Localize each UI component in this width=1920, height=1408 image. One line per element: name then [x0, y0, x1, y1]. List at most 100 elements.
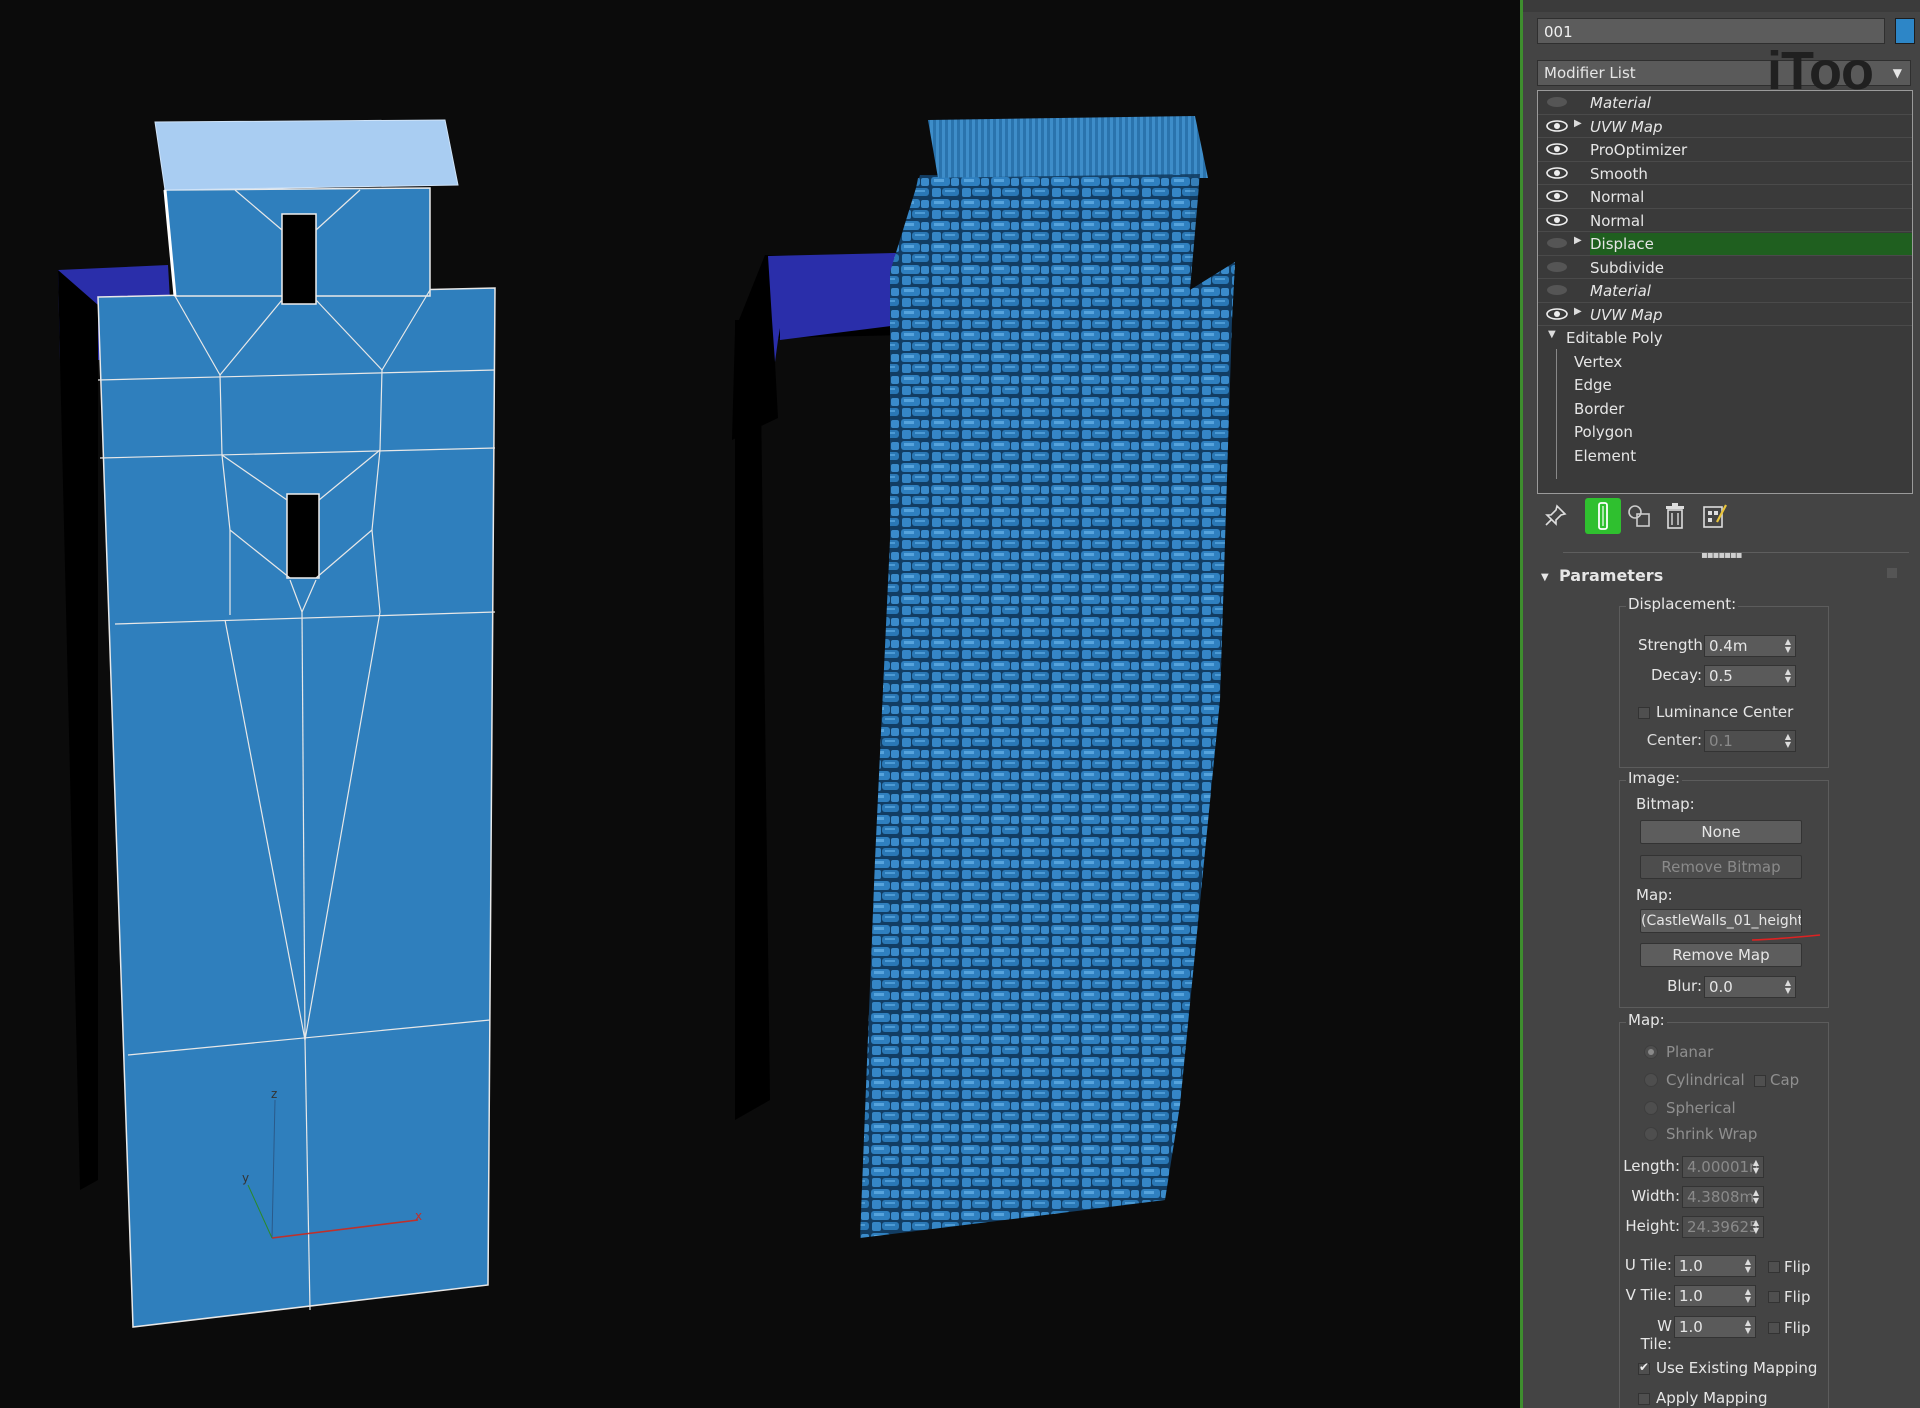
strength-label: Strength:	[1638, 636, 1708, 654]
strength-value: 0.4m	[1709, 637, 1748, 655]
parameters-rollout-title[interactable]: Parameters	[1559, 566, 1663, 585]
strength-spinner[interactable]: 0.4m ▲ ▼	[1704, 635, 1796, 657]
spinner-arrows-icon[interactable]: ▲ ▼	[1753, 1219, 1759, 1235]
w-flip-label: Flip	[1784, 1319, 1811, 1337]
spinner-arrows-icon[interactable]: ▲ ▼	[1745, 1319, 1751, 1335]
axis-z-label: z	[271, 1087, 277, 1101]
expand-triangle-icon[interactable]: ▶	[1574, 118, 1582, 129]
sub-object-vertex[interactable]: Vertex	[1538, 350, 1912, 374]
stack-item-normal[interactable]: Normal	[1538, 185, 1912, 209]
stack-item-uvw-map[interactable]: ▶ UVW Map	[1538, 115, 1912, 138]
axis-y-label: y	[242, 1171, 249, 1185]
viewport[interactable]: z y x	[0, 0, 1520, 1408]
sub-object-border[interactable]: Border	[1538, 397, 1912, 421]
eye-icon[interactable]	[1546, 213, 1568, 226]
cap-label: Cap	[1770, 1071, 1800, 1089]
sub-object-element[interactable]: Element	[1538, 444, 1912, 468]
w-tile-spinner[interactable]: 1.0 ▲ ▼	[1674, 1316, 1756, 1338]
eye-icon[interactable]	[1546, 119, 1568, 132]
remove-map-button[interactable]: Remove Map	[1640, 943, 1802, 967]
object-color-swatch[interactable]	[1895, 18, 1915, 44]
eye-icon-disabled[interactable]	[1546, 284, 1568, 296]
stack-item-editable-poly[interactable]: ▼ Editable Poly	[1538, 326, 1912, 350]
spinner-arrows-icon[interactable]: ▲ ▼	[1753, 1159, 1759, 1175]
stack-item-material[interactable]: Material	[1538, 279, 1912, 303]
axis-x-label: x	[415, 1209, 422, 1223]
resize-grip-icon[interactable]: ▪▪▪▪▪▪▪	[1701, 550, 1742, 561]
decay-spinner[interactable]: 0.5 ▲ ▼	[1704, 665, 1796, 687]
eye-icon-disabled[interactable]	[1546, 237, 1568, 249]
stack-item-label: Normal	[1590, 188, 1645, 206]
stack-item-displace[interactable]: ▶ Displace	[1538, 232, 1912, 256]
spinner-arrows-icon[interactable]: ▲ ▼	[1785, 668, 1791, 684]
collapse-triangle-icon[interactable]: ▼	[1548, 329, 1556, 340]
modifier-stack[interactable]: Material ▶ UVW Map ProOptimizer Smooth N…	[1537, 90, 1913, 494]
use-existing-mapping-checkbox[interactable]	[1638, 1360, 1650, 1375]
spinner-arrows-icon[interactable]: ▲ ▼	[1785, 733, 1791, 749]
stack-item-label: Editable Poly	[1566, 329, 1663, 347]
cap-checkbox[interactable]	[1754, 1075, 1766, 1087]
displaced-tower-model[interactable]	[732, 116, 1235, 1238]
w-tile-value: 1.0	[1679, 1318, 1703, 1336]
viewport-scene[interactable]: z y x	[0, 0, 1520, 1408]
eye-icon[interactable]	[1546, 166, 1568, 179]
planar-radio[interactable]	[1644, 1045, 1658, 1059]
wireframe-tower-model[interactable]: z y x	[58, 119, 496, 1328]
pin-stack-icon[interactable]	[1537, 498, 1573, 534]
eye-icon[interactable]	[1546, 143, 1568, 155]
panel-tab-strip[interactable]	[1523, 0, 1920, 12]
spinner-arrows-icon[interactable]: ▲ ▼	[1745, 1288, 1751, 1304]
blur-spinner[interactable]: 0.0 ▲ ▼	[1704, 976, 1796, 998]
show-end-result-icon[interactable]	[1585, 498, 1621, 534]
shrink-wrap-radio[interactable]	[1644, 1127, 1658, 1141]
rollout-pin-icon[interactable]	[1887, 568, 1897, 578]
configure-modifier-sets-icon[interactable]	[1697, 498, 1733, 534]
command-panel: 001 Modifier List ▼ iToo ········· Mater…	[1520, 0, 1920, 1408]
eye-icon-disabled[interactable]	[1546, 96, 1568, 108]
stack-item-material[interactable]: Material	[1538, 91, 1912, 115]
eye-icon[interactable]	[1546, 190, 1568, 202]
v-tile-spinner[interactable]: 1.0 ▲ ▼	[1674, 1285, 1756, 1307]
expand-triangle-icon[interactable]: ▶	[1574, 235, 1582, 246]
height-label: Height:	[1625, 1217, 1680, 1235]
luminance-center-checkbox[interactable]	[1638, 707, 1650, 719]
stack-item-smooth[interactable]: Smooth	[1538, 162, 1912, 185]
stack-item-prooptimizer[interactable]: ProOptimizer	[1538, 138, 1912, 162]
bitmap-none-button[interactable]: None	[1640, 820, 1802, 844]
u-flip-checkbox[interactable]	[1768, 1261, 1780, 1273]
w-flip-checkbox[interactable]	[1768, 1322, 1780, 1334]
height-spinner[interactable]: 24.39625 ▲ ▼	[1682, 1216, 1764, 1238]
cylindrical-radio[interactable]	[1644, 1073, 1658, 1087]
spinner-arrows-icon[interactable]: ▲ ▼	[1745, 1258, 1751, 1274]
width-spinner[interactable]: 4.3808m ▲ ▼	[1682, 1186, 1764, 1208]
stack-item-uvw-map[interactable]: ▶ UVW Map	[1538, 303, 1912, 326]
spinner-arrows-icon[interactable]: ▲ ▼	[1785, 979, 1791, 995]
sub-object-polygon[interactable]: Polygon	[1538, 420, 1912, 444]
eye-icon[interactable]	[1546, 307, 1568, 320]
spherical-radio[interactable]	[1644, 1101, 1658, 1115]
center-label: Center:	[1646, 731, 1702, 749]
eye-icon-disabled[interactable]	[1546, 261, 1568, 273]
v-flip-checkbox[interactable]	[1768, 1291, 1780, 1303]
width-value: 4.3808m	[1687, 1188, 1755, 1206]
rollout-collapse-icon[interactable]: ▼	[1541, 566, 1549, 584]
expand-triangle-icon[interactable]: ▶	[1574, 306, 1582, 317]
blur-label: Blur:	[1667, 977, 1702, 995]
u-tile-spinner[interactable]: 1.0 ▲ ▼	[1674, 1255, 1756, 1277]
apply-mapping-checkbox[interactable]	[1638, 1393, 1650, 1405]
stack-item-normal[interactable]: Normal	[1538, 209, 1912, 232]
spinner-arrows-icon[interactable]: ▲ ▼	[1753, 1189, 1759, 1205]
bitmap-label: Bitmap:	[1636, 795, 1695, 813]
displacement-group: Displacement: Strength: 0.4m ▲ ▼ Decay: 0.…	[1619, 595, 1829, 768]
center-value: 0.1	[1709, 732, 1733, 750]
center-spinner[interactable]: 0.1 ▲ ▼	[1704, 730, 1796, 752]
remove-modifier-icon[interactable]	[1657, 498, 1693, 534]
spinner-arrows-icon[interactable]: ▲ ▼	[1785, 638, 1791, 654]
sub-object-edge[interactable]: Edge	[1538, 373, 1912, 397]
stack-item-subdivide[interactable]: Subdivide	[1538, 256, 1912, 279]
stack-item-label: UVW Map	[1590, 117, 1663, 136]
length-spinner[interactable]: 4.00001n ▲ ▼	[1682, 1156, 1764, 1178]
make-unique-icon[interactable]	[1621, 498, 1657, 534]
map-button[interactable]: (CastleWalls_01_height.t	[1640, 909, 1802, 933]
remove-bitmap-button[interactable]: Remove Bitmap	[1640, 855, 1802, 879]
